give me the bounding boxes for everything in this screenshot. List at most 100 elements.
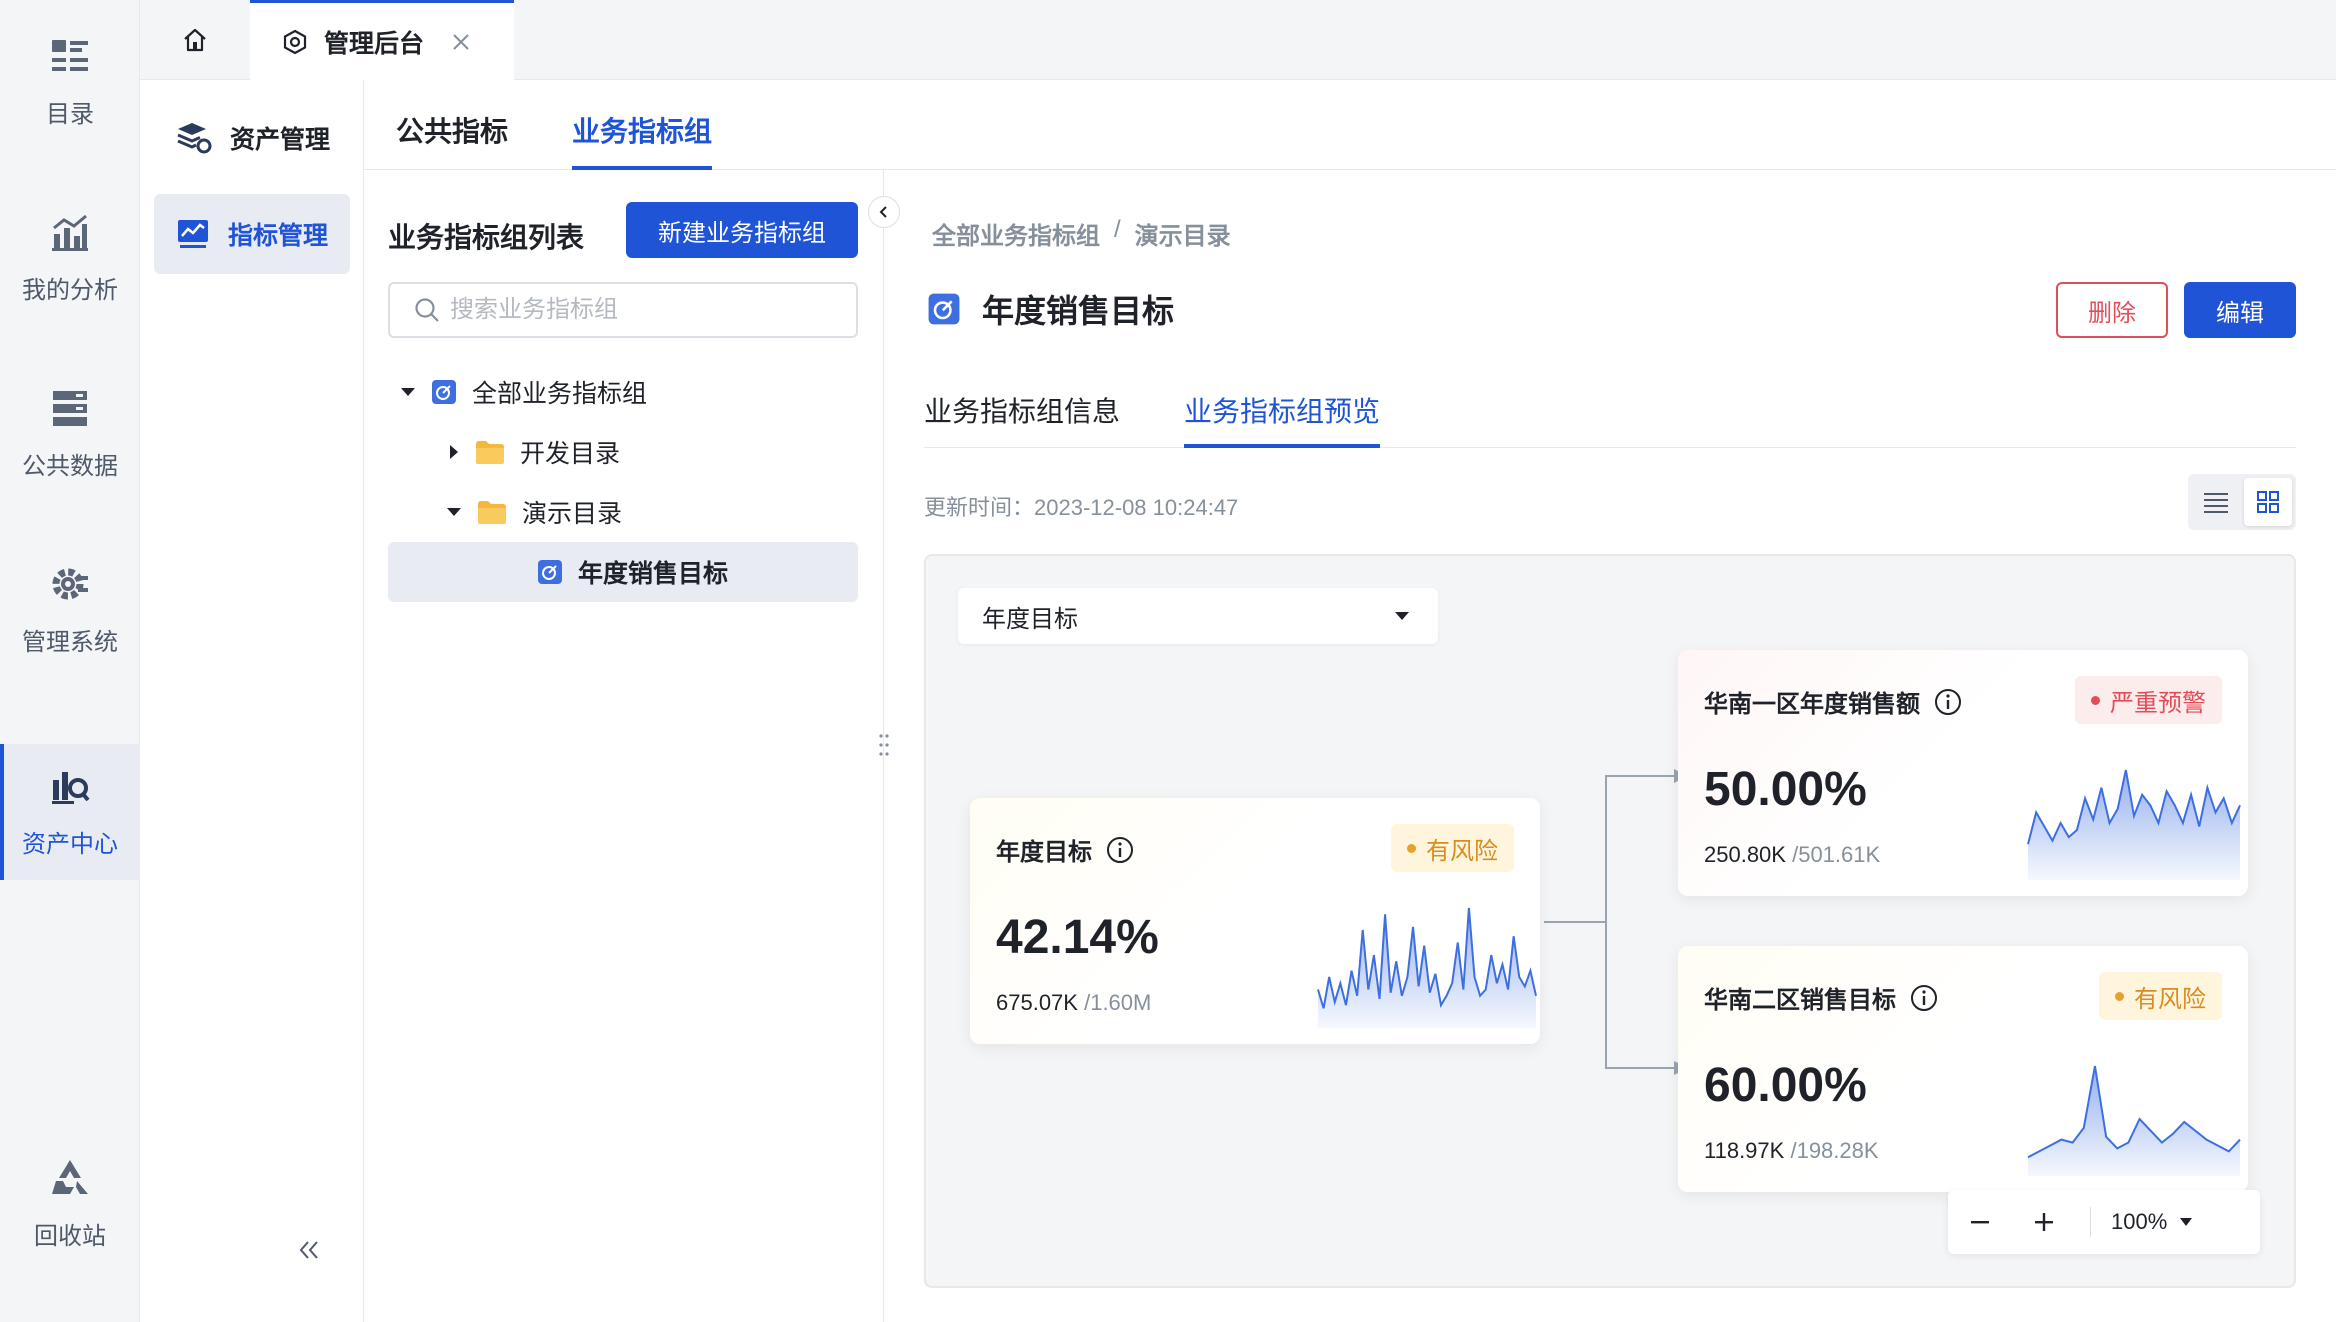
rail-item-recycle-bin[interactable]: 回收站: [0, 1136, 140, 1272]
sidebar-item-label: 资产管理: [230, 126, 331, 154]
tree-node-label: 年度销售目标: [578, 560, 729, 588]
card-target-value: /501.61K: [1792, 842, 1881, 867]
card-percentage: 50.00%: [1704, 763, 1867, 816]
status-badge: 有风险: [2099, 972, 2222, 1020]
metric-card-south-zone-2[interactable]: 华南二区销售目标 有风险 60.00% 118.97K /198.28K: [1678, 946, 2248, 1192]
close-icon[interactable]: [450, 31, 472, 53]
tab-admin-console[interactable]: 管理后台: [250, 0, 514, 81]
status-badge-text: 有风险: [1426, 837, 1498, 865]
card-sub-values: 675.07K /1.60M: [996, 990, 1151, 1016]
breadcrumb-item[interactable]: 演示目录: [1135, 216, 1231, 251]
rail-item-my-analysis[interactable]: 我的分析: [0, 190, 140, 326]
card-title-text: 华南二区销售目标: [1704, 987, 1896, 1014]
tree-node-annual-sales-target[interactable]: 年度销售目标: [536, 542, 728, 602]
card-title: 年度目标: [996, 832, 1134, 867]
edit-button[interactable]: 编辑: [2184, 282, 2296, 338]
page-title-text: 年度销售目标: [982, 293, 1175, 329]
home-icon: [184, 28, 206, 52]
status-dot: [2115, 991, 2124, 1001]
status-badge: 有风险: [1391, 824, 1514, 872]
rail-item-label: 我的分析: [22, 276, 118, 304]
info-icon[interactable]: [1106, 836, 1134, 864]
tab-public-metrics[interactable]: 公共指标: [396, 110, 508, 150]
status-dot: [2091, 695, 2100, 705]
caret-down-icon: [1395, 612, 1409, 620]
folder-open-icon: [478, 501, 506, 524]
rail-item-asset-center[interactable]: 资产中心: [0, 744, 140, 880]
database-icon: [53, 390, 87, 426]
card-current-value: 675.07K: [996, 990, 1078, 1015]
line-chart-icon: [178, 220, 208, 248]
tree-node-label: 全部业务指标组: [472, 380, 648, 408]
resize-handle-icon[interactable]: [878, 732, 890, 758]
sparkline-chart: [2027, 769, 2241, 880]
zoom-divider: [2090, 1207, 2091, 1237]
stack-coins-icon: [177, 123, 212, 154]
metric-select[interactable]: 年度目标: [958, 588, 1438, 644]
rail-item-label: 目录: [46, 100, 94, 128]
breadcrumb-item[interactable]: 全部业务指标组: [932, 216, 1100, 251]
new-group-button[interactable]: 新建业务指标组: [626, 202, 858, 258]
metric-group-icon: [432, 380, 456, 404]
metric-group-icon: [538, 560, 562, 584]
card-target-value: /198.28K: [1790, 1138, 1879, 1163]
asset-search-icon: [52, 771, 90, 804]
search-input[interactable]: [450, 296, 830, 324]
info-icon[interactable]: [1910, 984, 1938, 1012]
card-percentage: 42.14%: [996, 911, 1159, 964]
folder-icon: [476, 441, 504, 464]
info-icon[interactable]: [1934, 688, 1962, 716]
rail-item-public-data[interactable]: 公共数据: [0, 366, 140, 502]
zoom-controls: 100%: [1948, 1190, 2260, 1254]
rail-item-label: 公共数据: [22, 452, 118, 480]
sidebar-item-metric-management[interactable]: 指标管理: [154, 194, 350, 274]
metric-card-south-zone-1[interactable]: 华南一区年度销售额 严重预警 50.00% 250.80K /501.61K: [1678, 650, 2248, 896]
tree-node-label: 开发目录: [520, 440, 621, 468]
collapse-sidebar-icon[interactable]: [298, 1240, 320, 1260]
card-title: 华南一区年度销售额: [1704, 684, 1962, 719]
collapse-panel-button[interactable]: [868, 196, 900, 228]
caret-down-icon[interactable]: [446, 506, 462, 518]
sidebar-item-asset-management[interactable]: 资产管理: [154, 98, 350, 178]
rail-item-catalog[interactable]: 目录: [0, 14, 140, 150]
panel-title: 业务指标组列表: [388, 222, 585, 253]
tab-group-info[interactable]: 业务指标组信息: [924, 390, 1120, 430]
recycle-icon: [52, 1159, 88, 1194]
tab-business-metric-groups[interactable]: 业务指标组: [572, 110, 712, 150]
zoom-level-select[interactable]: 100%: [2105, 1209, 2193, 1235]
gear-icon: [52, 568, 88, 599]
tab-label: 管理后台: [324, 30, 425, 58]
secondary-sidebar: 资产管理 指标管理: [140, 80, 364, 1322]
chevron-left-icon: [879, 206, 887, 218]
group-list-panel: [364, 170, 884, 1322]
page-title: 年度销售目标: [926, 286, 1174, 332]
metric-select-value: 年度目标: [982, 605, 1078, 633]
zoom-out-button[interactable]: [1948, 1190, 2012, 1254]
rail-item-label: 管理系统: [22, 628, 118, 656]
caret-right-icon[interactable]: [448, 444, 460, 460]
caret-down-icon[interactable]: [400, 386, 416, 398]
grid-view-button[interactable]: [2244, 478, 2292, 526]
tree-node-dev-folder[interactable]: 开发目录: [448, 422, 620, 482]
list-view-button[interactable]: [2192, 478, 2240, 526]
sparkline-area: [2028, 1066, 2240, 1176]
card-percentage: 60.00%: [1704, 1059, 1867, 1112]
active-detail-tab-indicator: [1184, 444, 1380, 448]
caret-down-icon: [2180, 1218, 2193, 1226]
tab-group-preview[interactable]: 业务指标组预览: [1184, 390, 1380, 430]
tree-node-demo-folder[interactable]: 演示目录: [446, 482, 622, 542]
nav-rail: 目录 我的分析 公共数据 管理系统 资产中心 回收站: [0, 0, 140, 1322]
metric-card-annual-target[interactable]: 年度目标 有风险 42.14% 675.07K /1.60M: [970, 798, 1540, 1044]
zoom-level: 100%: [2111, 1209, 2168, 1234]
delete-button[interactable]: 删除: [2056, 282, 2168, 338]
search-field[interactable]: [388, 282, 858, 338]
detail-tabs-divider: [924, 447, 2296, 448]
plus-icon: [2035, 1213, 2053, 1231]
status-badge: 严重预警: [2075, 676, 2222, 724]
home-tab[interactable]: [140, 0, 250, 80]
status-badge-text: 严重预警: [2110, 689, 2206, 717]
zoom-in-button[interactable]: [2012, 1190, 2076, 1254]
grid-view-icon: [2257, 491, 2279, 513]
tree-node-all-groups[interactable]: 全部业务指标组: [400, 362, 647, 422]
rail-item-management-system[interactable]: 管理系统: [0, 542, 140, 678]
